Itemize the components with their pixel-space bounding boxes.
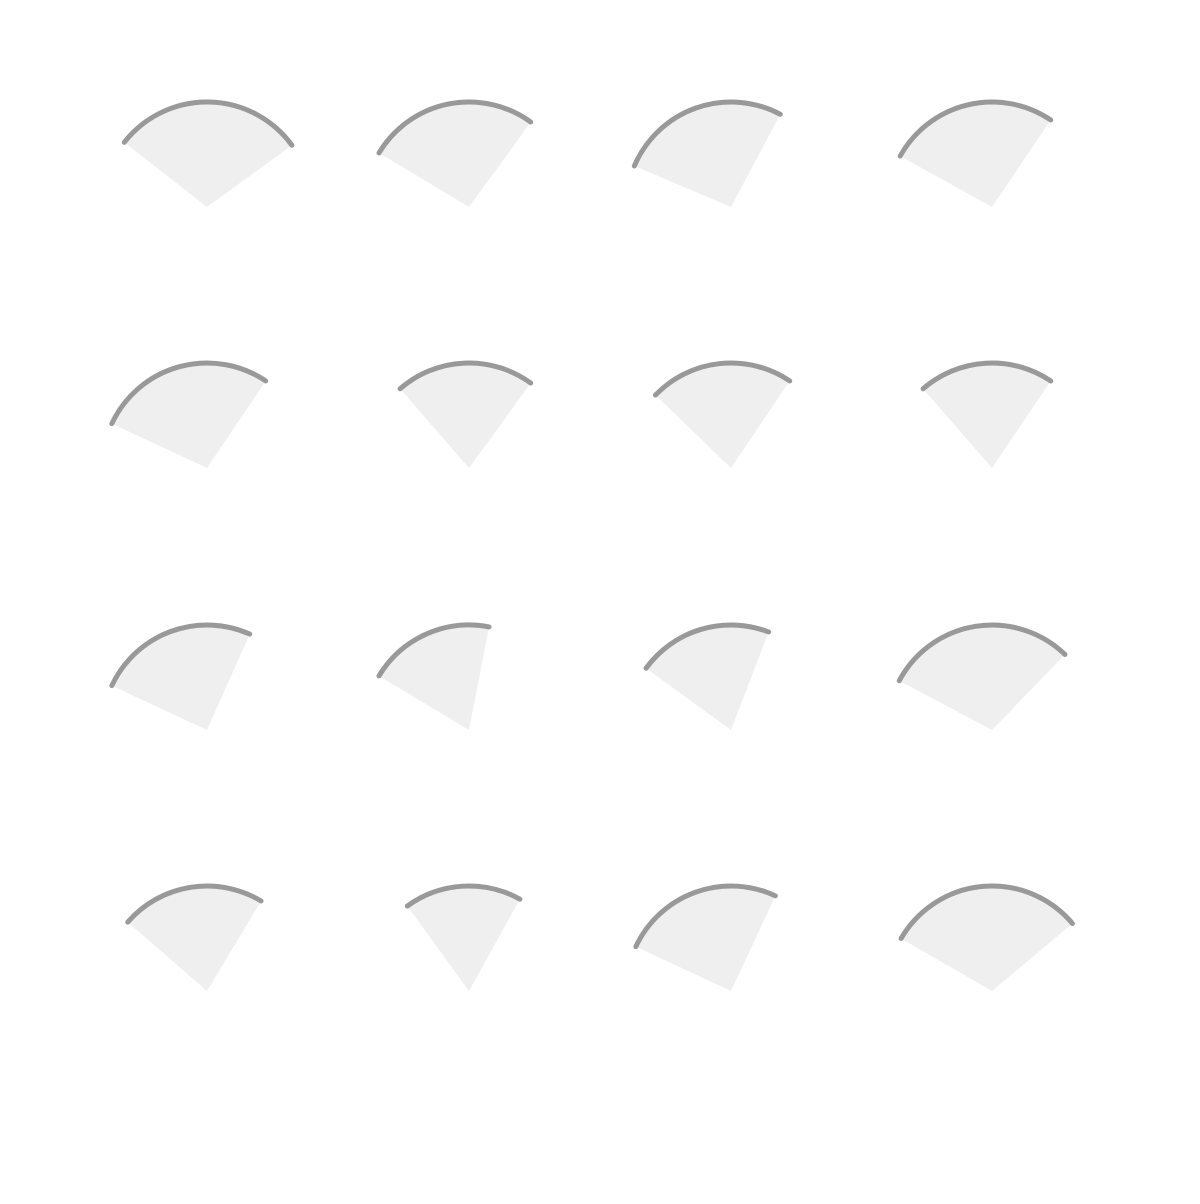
wedge-15 [633,883,778,991]
wedge-fill [379,625,490,730]
wedge-grid-canvas [109,99,1075,991]
wedge-13 [125,883,264,991]
wedge-grid [0,0,1200,1200]
wedge-12 [896,622,1068,730]
wedge-fill [646,624,769,730]
wedge-14 [404,883,523,991]
wedge-fill [635,886,776,991]
wedge-7 [652,360,793,468]
wedge-11 [643,622,772,730]
wedge-4 [897,99,1054,207]
wedge-3 [631,99,783,207]
wedge-6 [397,360,534,468]
wedge-2 [376,99,534,207]
wedge-fill [111,625,250,730]
wedge-fill [923,362,1051,468]
wedge-8 [920,360,1054,468]
wedge-fill [634,102,781,207]
wedge-fill [400,362,531,468]
wedge-1 [121,99,295,207]
wedge-16 [898,883,1075,991]
wedge-fill [379,101,531,207]
wedge-fill [899,625,1065,730]
wedge-9 [109,622,253,730]
wedge-5 [109,360,269,468]
wedge-10 [376,622,492,730]
wedge-fill [111,362,266,468]
wedge-fill [407,885,520,991]
wedge-fill [900,101,1051,207]
